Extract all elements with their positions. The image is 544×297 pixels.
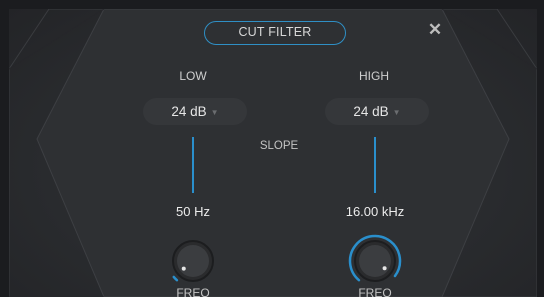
- background-hexagon: [9, 9, 537, 297]
- cut-filter-title-button[interactable]: CUT FILTER: [204, 21, 346, 45]
- low-slope-value: 24 dB: [171, 104, 207, 119]
- low-freq-label: FREQ: [176, 286, 210, 297]
- high-label: HIGH: [359, 69, 389, 83]
- low-slope-line: [192, 137, 194, 193]
- low-label: LOW: [179, 69, 207, 83]
- high-frequency-value: 16.00 kHz: [345, 204, 405, 219]
- high-slope-dropdown[interactable]: 24 dB ▼: [325, 98, 429, 125]
- close-icon[interactable]: ✕: [427, 21, 443, 38]
- high-freq-knob[interactable]: [346, 232, 404, 290]
- high-freq-label: FREQ: [358, 286, 392, 297]
- low-frequency-value: 50 Hz: [176, 204, 210, 219]
- high-slope-value: 24 dB: [353, 104, 389, 119]
- cut-filter-panel: CUT FILTER ✕ LOW 24 dB ▼ 50 Hz FREQ SLOPE…: [9, 9, 537, 297]
- high-slope-line: [374, 137, 376, 193]
- caret-down-icon: ▼: [210, 108, 219, 117]
- low-freq-knob[interactable]: [164, 232, 222, 290]
- slope-label: SLOPE: [259, 140, 299, 152]
- low-slope-dropdown[interactable]: 24 dB ▼: [143, 98, 247, 125]
- caret-down-icon: ▼: [392, 108, 401, 117]
